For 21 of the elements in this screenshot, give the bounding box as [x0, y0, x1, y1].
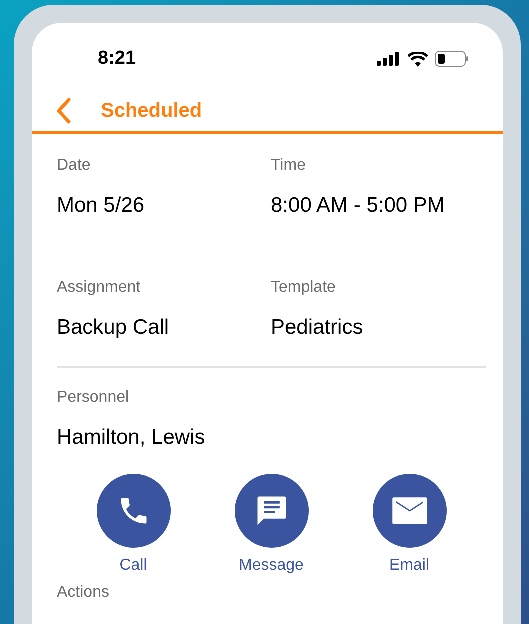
field-value: Backup Call: [57, 316, 170, 340]
field-label: Time: [271, 156, 307, 176]
screen-title: Scheduled: [101, 99, 202, 124]
field-label: Template: [271, 278, 337, 298]
field-value: Mon 5/26: [57, 194, 146, 218]
contact-action-button[interactable]: Email: [357, 474, 462, 576]
field-label: Date: [57, 156, 92, 176]
signal-icon: [377, 52, 401, 66]
envelope-icon: [390, 496, 428, 526]
field-value: Hamilton, Lewis: [57, 426, 206, 450]
field-label: Assignment: [57, 278, 142, 298]
field-value: Pediatrics: [271, 316, 364, 340]
section-heading: Actions: [57, 584, 110, 601]
field-value: 8:00 AM - 5:00 PM: [271, 194, 446, 218]
status-time: 8:21: [98, 46, 136, 71]
contact-action-button[interactable]: Message: [219, 474, 324, 576]
wifi-icon: [408, 52, 428, 66]
contact-action-button[interactable]: Call: [81, 474, 186, 576]
field-label: Personnel: [57, 388, 130, 408]
battery-icon: [435, 51, 469, 67]
chevron-left-icon: [56, 98, 72, 124]
